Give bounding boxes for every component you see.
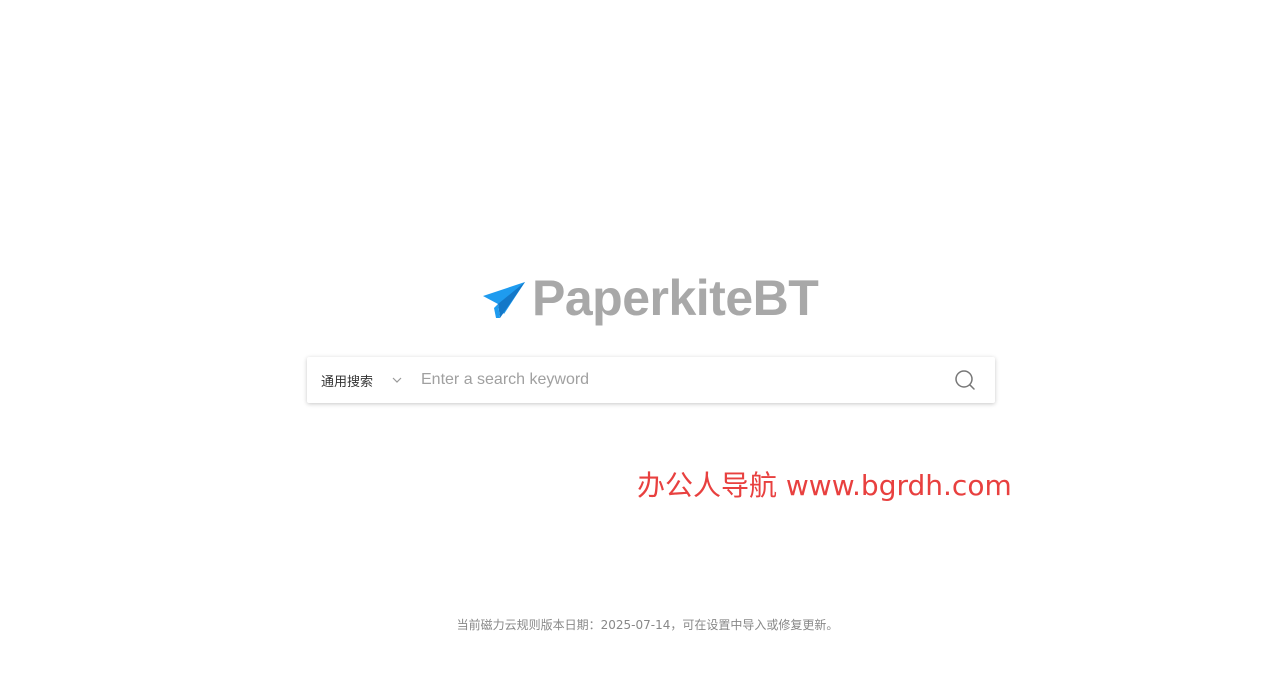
search-bar: 通用搜索 (307, 357, 995, 403)
watermark-text: 办公人导航 www.bgrdh.com (637, 469, 1012, 502)
footer-rule-version: 当前磁力云规则版本日期：2025-07-14，可在设置中导入或修复更新。 (456, 618, 839, 632)
search-engine-label: 通用搜索 (321, 374, 374, 390)
search-input[interactable] (411, 357, 935, 403)
chevron-down-icon (392, 377, 402, 383)
page: PaperkiteBT 通用搜索 办公人导航 www.bgrdh.com 当前磁… (0, 0, 1276, 687)
logo: PaperkiteBT (482, 268, 819, 328)
logo-text: PaperkiteBT (532, 270, 819, 326)
paper-plane-icon (483, 282, 525, 318)
search-engine-select[interactable]: 通用搜索 (307, 357, 411, 403)
search-icon (955, 370, 975, 390)
search-button[interactable] (935, 357, 995, 403)
